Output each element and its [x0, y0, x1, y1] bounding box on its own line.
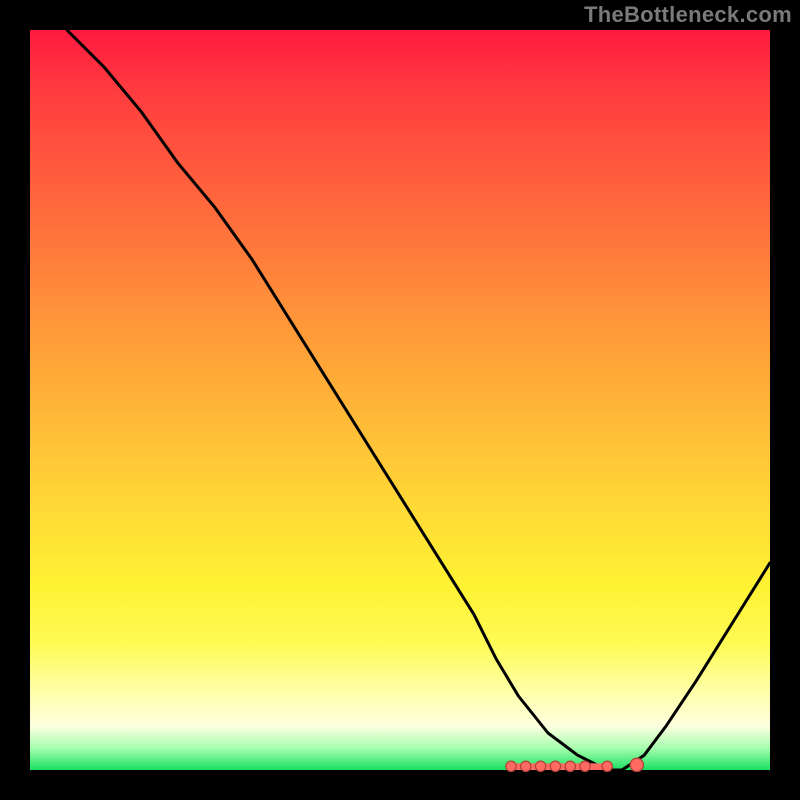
marker-dot	[630, 758, 643, 771]
plot-area	[30, 30, 770, 770]
marker-dot	[602, 761, 612, 771]
chart-frame: TheBottleneck.com	[0, 0, 800, 800]
marker-dot	[521, 761, 531, 771]
marker-dot	[565, 761, 575, 771]
marker-dot	[550, 761, 560, 771]
curve-svg	[30, 30, 770, 770]
bottleneck-curve	[67, 30, 770, 770]
marker-dot	[506, 761, 516, 771]
marker-dot	[580, 761, 590, 771]
marker-dot	[535, 761, 545, 771]
watermark-text: TheBottleneck.com	[584, 2, 792, 28]
